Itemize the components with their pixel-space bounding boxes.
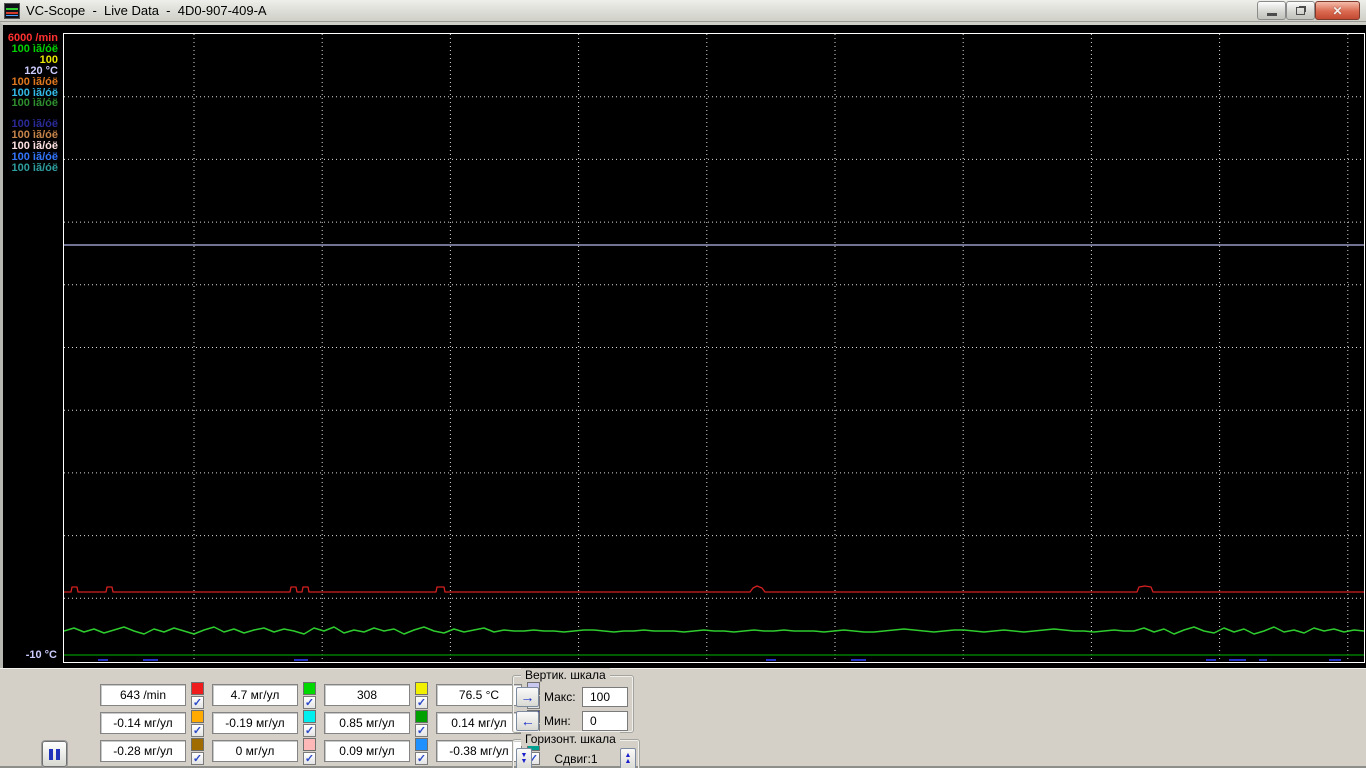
right-arrow-icon: →	[521, 690, 535, 704]
readout-value-field: -0.19 мг/ул	[212, 712, 298, 734]
readout-value-field: 0.14 мг/ул	[436, 712, 522, 734]
rpm-trace	[64, 586, 1364, 592]
minimize-icon	[1267, 13, 1277, 16]
min-input[interactable]: 0	[582, 711, 628, 731]
control-panel: 643 /min✓4.7 мг/ул✓308✓76.5 °C✓-0.14 мг/…	[0, 668, 1366, 768]
chart-region: 6000 /min100 ìã/óë100120 °C100 ìã/óë100 …	[0, 22, 1366, 668]
channel-checkbox[interactable]: ✓	[415, 752, 428, 765]
readout-value-field: 4.7 мг/ул	[212, 684, 298, 706]
max-scroll-button[interactable]: →	[516, 687, 539, 707]
check-icon: ✓	[193, 754, 202, 764]
pause-button[interactable]	[42, 741, 67, 767]
readout-value-field: 643 /min	[100, 684, 186, 706]
channel-checkbox[interactable]: ✓	[415, 724, 428, 737]
shift-label: Сдвиг:1	[554, 752, 597, 766]
app-window: VC-Scope - Live Data - 4D0-907-409-A ✕ 6…	[0, 0, 1366, 768]
left-scale-labels: 6000 /min100 ìã/óë100120 °C100 ìã/óë100 …	[3, 25, 60, 671]
readout-cell: -0.14 мг/ул ✓	[100, 710, 208, 736]
restore-icon	[1296, 7, 1305, 15]
double-down-icon: ▼	[521, 759, 528, 765]
channel-color-swatch	[415, 682, 428, 695]
channel-checkbox[interactable]: ✓	[303, 724, 316, 737]
readout-cell: 4.7 мг/ул ✓	[212, 682, 320, 708]
check-icon: ✓	[305, 726, 314, 736]
channel-checkbox[interactable]: ✓	[303, 696, 316, 709]
channel-color-swatch	[415, 738, 428, 751]
readout-cell: 0.85 мг/ул ✓	[324, 710, 432, 736]
readout-cell: 643 /min ✓	[100, 682, 208, 708]
shift-down-button[interactable]: ▼ ▼	[516, 748, 532, 768]
check-icon: ✓	[193, 726, 202, 736]
window-controls: ✕	[1257, 1, 1360, 20]
readout-value-field: 76.5 °C	[436, 684, 522, 706]
injection-trace	[64, 627, 1364, 634]
min-scroll-button[interactable]: →	[516, 711, 539, 731]
channel-checkbox[interactable]: ✓	[191, 696, 204, 709]
channel-checkbox[interactable]: ✓	[191, 752, 204, 765]
left-arrow-icon: →	[521, 714, 535, 728]
horizontal-scale-group: Горизонт. шкала ▼ ▼ Сдвиг:1 ▲ ▲	[512, 739, 640, 768]
shift-row: ▼ ▼ Сдвиг:1 ▲ ▲	[516, 748, 636, 768]
readout-cell: 0 мг/ул ✓	[212, 738, 320, 764]
readout-value-field: -0.38 мг/ул	[436, 740, 522, 762]
close-icon: ✕	[1332, 4, 1342, 18]
check-icon: ✓	[417, 698, 426, 708]
check-icon: ✓	[193, 698, 202, 708]
shift-up-button[interactable]: ▲ ▲	[620, 748, 636, 768]
pause-icon	[49, 749, 53, 760]
readout-value-field: 308	[324, 684, 410, 706]
readout-value-field: -0.14 мг/ул	[100, 712, 186, 734]
channel-checkbox[interactable]: ✓	[303, 752, 316, 765]
channel-color-swatch	[191, 738, 204, 751]
pause-icon	[56, 749, 60, 760]
scale-label: 100 ìã/óë	[12, 163, 58, 174]
check-icon: ✓	[417, 726, 426, 736]
max-label: Макс:	[544, 690, 582, 704]
check-icon: ✓	[305, 698, 314, 708]
min-label: Мин:	[544, 714, 582, 728]
restore-button[interactable]	[1286, 1, 1315, 20]
readout-cell: -0.28 мг/ул ✓	[100, 738, 208, 764]
max-row: → Макс: 100	[516, 687, 628, 707]
readout-cell: 0.09 мг/ул ✓	[324, 738, 432, 764]
minimize-button[interactable]	[1257, 1, 1286, 20]
channel-color-swatch	[303, 710, 316, 723]
channel-color-swatch	[191, 710, 204, 723]
double-up-icon: ▲	[625, 759, 632, 765]
readout-value-field: 0 мг/ул	[212, 740, 298, 762]
min-row: → Мин: 0	[516, 711, 628, 731]
scale-label: 100 ìã/óë	[12, 77, 58, 88]
window-title: VC-Scope - Live Data - 4D0-907-409-A	[26, 3, 267, 18]
check-icon: ✓	[305, 754, 314, 764]
channel-color-swatch	[303, 738, 316, 751]
vertical-scale-title: Вертик. шкала	[521, 668, 610, 682]
plot-area	[63, 33, 1365, 663]
readout-value-field: 0.85 мг/ул	[324, 712, 410, 734]
readout-value-field: -0.28 мг/ул	[100, 740, 186, 762]
scale-label: 100 ìã/óë	[12, 98, 58, 109]
readout-cell: 308 ✓	[324, 682, 432, 708]
channel-checkbox[interactable]: ✓	[415, 696, 428, 709]
titlebar: VC-Scope - Live Data - 4D0-907-409-A ✕	[0, 0, 1366, 22]
readout-cell: -0.19 мг/ул ✓	[212, 710, 320, 736]
close-button[interactable]: ✕	[1315, 1, 1360, 20]
check-icon: ✓	[417, 754, 426, 764]
vertical-scale-group: Вертик. шкала → Макс: 100 → Мин: 0	[512, 675, 634, 733]
channel-color-swatch	[191, 682, 204, 695]
readout-value-field: 0.09 мг/ул	[324, 740, 410, 762]
channel-color-swatch	[415, 710, 428, 723]
app-icon	[4, 3, 20, 19]
horizontal-scale-title: Горизонт. шкала	[521, 732, 620, 746]
channel-checkbox[interactable]: ✓	[191, 724, 204, 737]
max-input[interactable]: 100	[582, 687, 628, 707]
bottom-scale-label: -10 °C	[5, 649, 57, 661]
scope-plot	[64, 34, 1364, 662]
channel-color-swatch	[303, 682, 316, 695]
